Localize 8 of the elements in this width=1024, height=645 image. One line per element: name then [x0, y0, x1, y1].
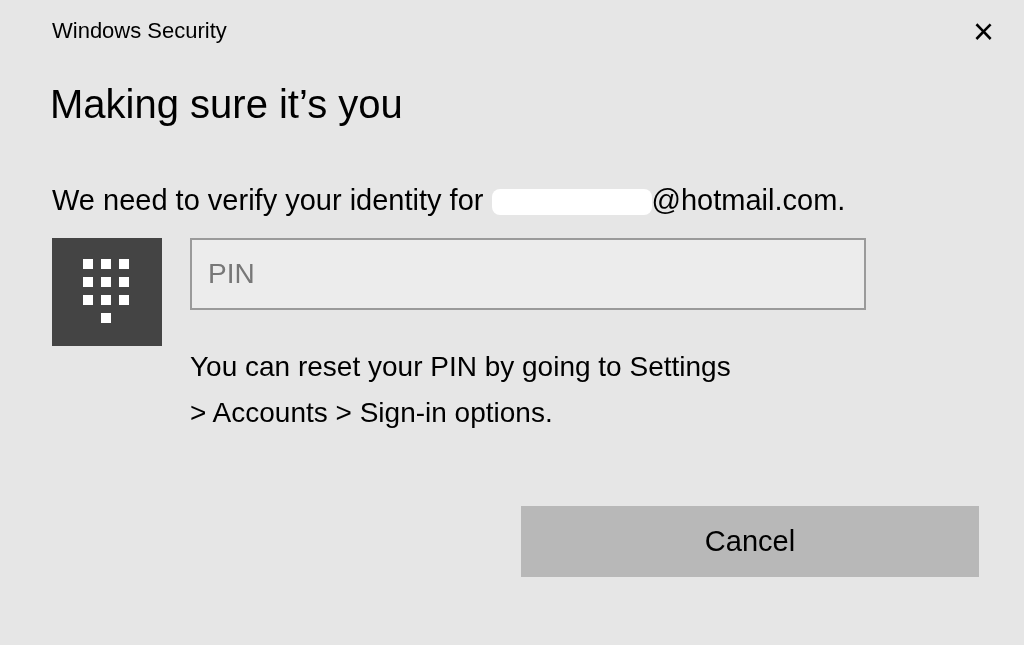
message-text: We need to verify your identity for @hotmail.com.	[52, 183, 846, 218]
reset-pin-hint: You can reset your PIN by going to Settings > Accounts > Sign-in options.	[190, 350, 731, 430]
pin-field[interactable]: PIN	[190, 238, 866, 310]
cancel-button[interactable]: Cancel	[521, 506, 979, 577]
window-title: Windows Security	[52, 17, 227, 45]
close-button[interactable]: ×	[968, 14, 998, 50]
dialog-heading: Making sure it’s you	[50, 81, 403, 128]
keypad-icon	[52, 238, 162, 346]
